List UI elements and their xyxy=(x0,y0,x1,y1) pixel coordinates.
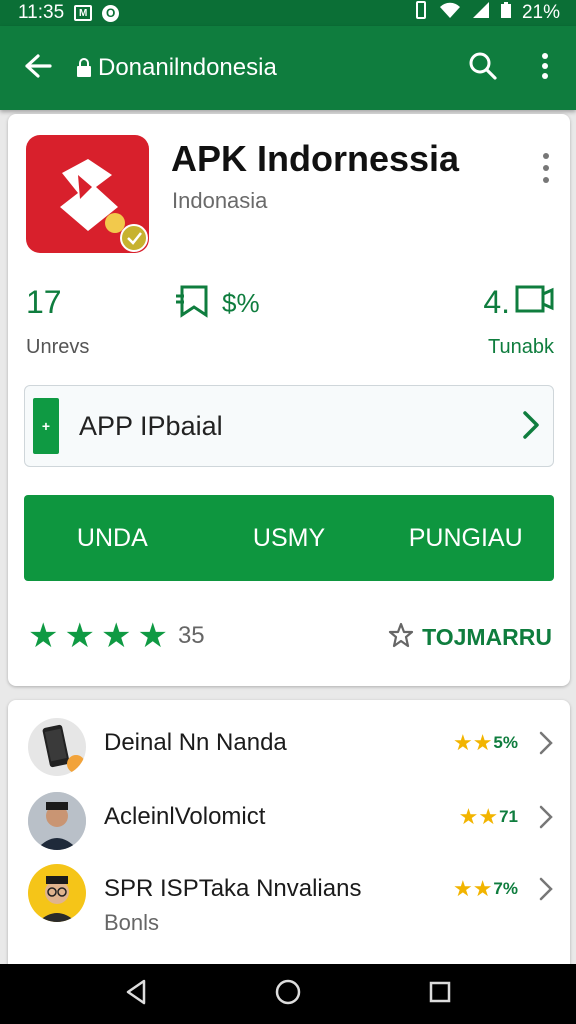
arrow-left-icon xyxy=(24,53,52,83)
square-recents-icon xyxy=(428,980,452,1009)
app-logo-icon xyxy=(26,135,149,253)
list-item-rating: ★ ★ 7% xyxy=(453,878,518,900)
system-nav-bar xyxy=(0,964,576,1024)
stat-badge: $% xyxy=(174,284,260,323)
star-icon: ★ xyxy=(452,876,473,901)
more-vertical-icon xyxy=(542,152,550,189)
star-icon: ★ xyxy=(28,617,59,655)
app-bar-title: Donanilndonesia xyxy=(98,54,277,81)
chevron-right-icon xyxy=(538,730,554,761)
nav-back-button[interactable] xyxy=(106,964,166,1024)
panel-plus-icon: + xyxy=(33,398,59,454)
app-detail-card: APK Indornessia Indonasia 17 Unrevs $% 4… xyxy=(8,114,570,686)
star-icon: ★ xyxy=(478,804,499,829)
star-icon: ★ xyxy=(458,804,479,829)
more-vertical-icon xyxy=(541,52,549,85)
list-item[interactable]: SPR ISPTaka Nnvalians Bonls ★ ★ 7% xyxy=(8,854,570,944)
developer-name[interactable]: Indonasia xyxy=(172,188,267,214)
wifi-icon xyxy=(438,1,462,25)
action-button-2[interactable]: USMY xyxy=(201,495,378,581)
battery-icon xyxy=(500,1,512,25)
app-info-label: APP IPbaial xyxy=(79,411,223,441)
overflow-menu-button[interactable] xyxy=(514,26,576,110)
star-icon: ★ xyxy=(452,730,473,755)
back-button[interactable] xyxy=(0,26,76,110)
list-item-title: AcleinlVolomict xyxy=(104,803,266,830)
avatar xyxy=(28,718,86,776)
action-bar: UNDA USMY PUNGIAU xyxy=(24,495,554,581)
stat-size-label: Tunabk xyxy=(488,336,554,358)
star-icon: ★ xyxy=(137,617,168,655)
battery-percent: 21% xyxy=(521,2,560,23)
list-item-rating-text: 5% xyxy=(493,733,518,752)
wishlist-button[interactable]: TOJMARRU xyxy=(388,622,552,653)
app-info-panel[interactable]: + APP IPbaial xyxy=(24,385,554,467)
circle-home-icon xyxy=(274,978,302,1011)
status-bar: 11:35 M O 21% xyxy=(0,0,576,26)
nav-home-button[interactable] xyxy=(258,964,318,1024)
lock-icon xyxy=(76,58,92,78)
notification-box-icon: M xyxy=(74,5,93,21)
search-icon xyxy=(468,51,498,86)
bookmark-icon xyxy=(174,284,210,323)
vibrate-icon xyxy=(414,1,428,25)
star-icon: ★ xyxy=(100,617,132,655)
notification-circle-icon: O xyxy=(102,4,120,22)
list-item[interactable]: Deinal Nn Nanda ★ ★ 5% xyxy=(8,708,570,778)
chevron-right-icon xyxy=(538,804,554,835)
nav-recents-button[interactable] xyxy=(410,964,470,1024)
signal-icon xyxy=(472,1,490,25)
app-title: APK Indornessia xyxy=(171,138,460,179)
related-list-card: Deinal Nn Nanda ★ ★ 5% AcleinlVolomict ★… xyxy=(8,700,570,980)
status-time: 11:35 xyxy=(18,2,65,23)
screen-icon xyxy=(514,284,554,321)
star-icon: ★ xyxy=(64,617,95,655)
list-item-rating: ★ ★ 71 xyxy=(459,806,518,828)
stat-size: 4. xyxy=(483,284,554,321)
stat-badge-text: $% xyxy=(222,288,260,318)
list-item-rating-text: 7% xyxy=(493,879,518,898)
app-rating: ★ ★ ★ ★ 35 xyxy=(28,619,205,653)
stat-count: 17 xyxy=(26,284,62,320)
list-item-subtitle: Bonls xyxy=(104,910,160,935)
wishlist-label: TOJMARRU xyxy=(422,624,552,650)
avatar xyxy=(28,864,86,922)
chevron-right-icon xyxy=(521,410,541,445)
list-item-rating-text: 71 xyxy=(499,807,518,826)
list-item-title: SPR ISPTaka Nnvalians xyxy=(104,875,362,902)
stat-size-value: 4. xyxy=(483,284,510,320)
star-outline-icon xyxy=(388,622,414,653)
rating-count: 35 xyxy=(177,622,205,649)
avatar xyxy=(28,792,86,850)
star-icon: ★ xyxy=(472,876,493,901)
list-item-title: Deinal Nn Nanda xyxy=(104,729,287,756)
action-button-3[interactable]: PUNGIAU xyxy=(377,495,554,581)
stat-count-label: Unrevs xyxy=(26,336,90,358)
action-button-1[interactable]: UNDA xyxy=(24,495,201,581)
app-bar: Donanilndonesia xyxy=(0,26,576,110)
list-item[interactable]: AcleinlVolomict ★ ★ 71 xyxy=(8,782,570,852)
triangle-back-icon xyxy=(124,979,148,1010)
star-icon: ★ xyxy=(472,730,493,755)
list-item-rating: ★ ★ 5% xyxy=(453,732,518,754)
card-overflow-button[interactable] xyxy=(526,140,566,200)
search-button[interactable] xyxy=(452,26,514,110)
chevron-right-icon xyxy=(538,876,554,907)
